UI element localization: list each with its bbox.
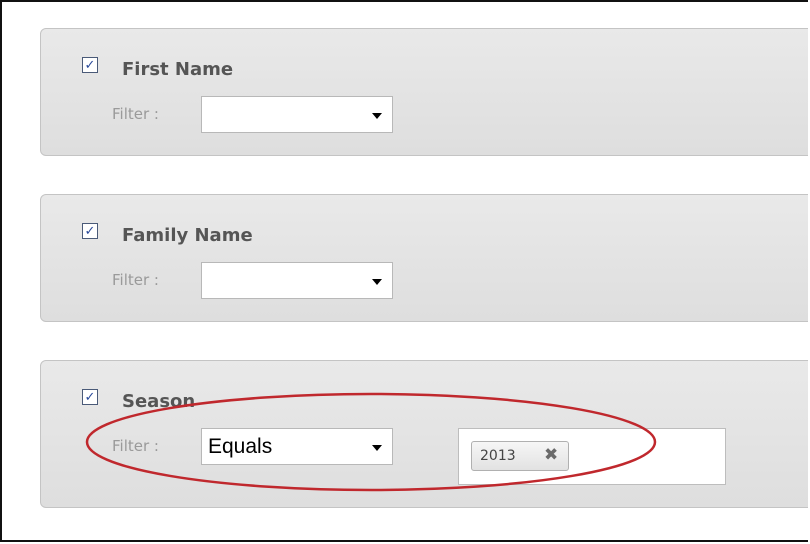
first-name-title: First Name	[122, 59, 234, 80]
season-checkbox[interactable]: ✓	[82, 389, 98, 405]
checkmark-icon: ✓	[84, 57, 96, 73]
season-filter-value: Equals	[208, 435, 273, 458]
first-name-filter-select[interactable]	[201, 96, 393, 133]
season-filter-select[interactable]: Equals	[201, 428, 393, 465]
family-name-checkbox[interactable]: ✓	[82, 223, 98, 239]
checkmark-icon: ✓	[84, 223, 96, 239]
field-panel-family-name: ✓ Family Name Filter :	[40, 194, 808, 322]
first-name-filter-label: Filter :	[112, 105, 159, 123]
checkmark-icon: ✓	[84, 389, 96, 405]
season-title: Season	[122, 391, 196, 412]
dropdown-arrow-icon	[372, 445, 382, 451]
season-value-input[interactable]: 2013 ✖	[458, 428, 726, 485]
season-filter-label: Filter :	[112, 437, 159, 455]
dropdown-arrow-icon	[372, 279, 382, 285]
dropdown-arrow-icon	[372, 113, 382, 119]
field-panel-season: ✓ Season Filter : Equals 2013 ✖	[40, 360, 808, 508]
field-panel-first-name: ✓ First Name Filter :	[40, 28, 808, 156]
first-name-checkbox[interactable]: ✓	[82, 57, 98, 73]
value-tag-text: 2013	[480, 448, 516, 464]
family-name-filter-label: Filter :	[112, 271, 159, 289]
remove-tag-icon[interactable]: ✖	[544, 445, 558, 465]
screenshot-frame: ✓ First Name Filter : ✓ Family Name Filt…	[0, 0, 808, 542]
family-name-title: Family Name	[122, 225, 253, 246]
family-name-filter-select[interactable]	[201, 262, 393, 299]
value-tag: 2013 ✖	[471, 441, 569, 471]
